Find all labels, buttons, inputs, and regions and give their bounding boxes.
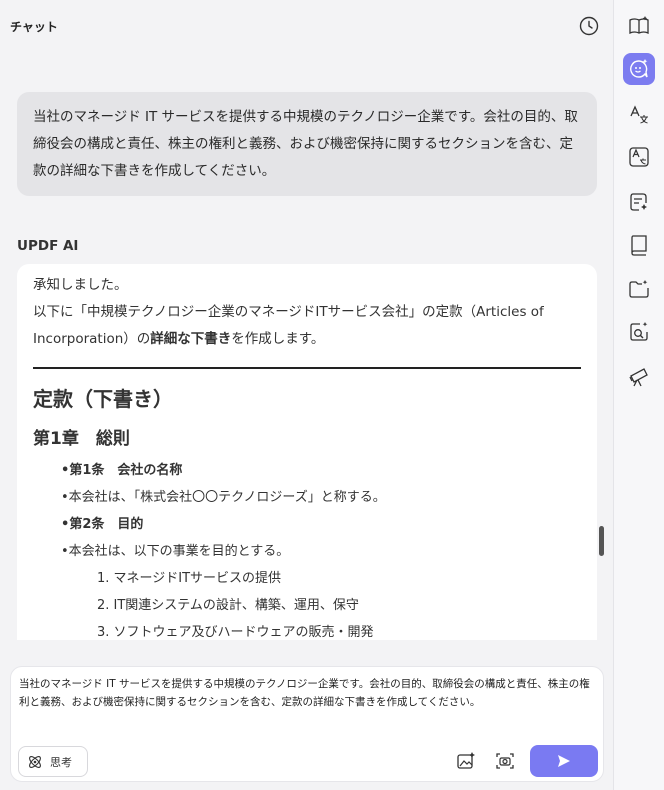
chat-panel: チャット 当社のマネージド IT サービスを提供する中規模のテクノロジー企業です… <box>0 0 613 790</box>
rail-translate-doc-button[interactable] <box>623 141 655 173</box>
rail-knowledge-button[interactable] <box>623 229 655 261</box>
screenshot-icon <box>496 753 514 769</box>
bullet-list: •第1条 会社の名称 •本会社は、「株式会社〇〇テクノロジーズ」と称する。 •第2条… <box>33 457 581 565</box>
message-input[interactable]: 当社のマネージド IT サービスを提供する中規模のテクノロジー企業です。会社の目… <box>19 675 595 711</box>
rail-search-button[interactable] <box>623 316 655 348</box>
numbered-item: 1. マネージドITサービスの提供 <box>97 571 282 586</box>
book-open-icon <box>629 16 649 35</box>
translate-doc-icon <box>629 147 649 167</box>
list-item-text: 本会社は、以下の事業を目的とする。 <box>68 544 290 559</box>
intro-text-bold: 詳細な下書き <box>150 331 232 347</box>
numbered-list: 1. マネージドITサービスの提供 2. IT関連システムの設計、構築、運用、保守… <box>33 565 581 640</box>
think-button[interactable]: 思考 <box>18 746 88 777</box>
chat-title: チャット <box>10 20 58 34</box>
tool-sidebar <box>613 0 664 790</box>
user-message: 当社のマネージド IT サービスを提供する中規模のテクノロジー企業です。会社の目… <box>17 92 597 196</box>
list-item: •第1条 会社の名称 <box>33 457 581 484</box>
image-ai-button[interactable] <box>454 749 478 773</box>
book-icon <box>631 235 647 256</box>
message-composer[interactable]: 当社のマネージド IT サービスを提供する中規模のテクノロジー企業です。会社の目… <box>10 666 604 782</box>
divider <box>33 367 581 369</box>
list-item-text: 第2条 目的 <box>69 517 144 532</box>
doc-heading-2: 第1章 総則 <box>33 429 130 449</box>
assistant-intro-line2: 以下に「中規模テクノロジー企業のマネージドITサービス会社」の定款（Articl… <box>33 299 581 353</box>
history-button[interactable] <box>578 15 600 37</box>
telescope-icon <box>629 368 648 387</box>
bullet-dot: • <box>61 544 69 559</box>
intro-text-b: を作成します。 <box>231 331 325 347</box>
image-ai-icon <box>457 752 475 769</box>
summary-icon <box>630 193 647 211</box>
bullet-dot: • <box>61 490 69 505</box>
rail-summary-button[interactable] <box>623 186 655 218</box>
send-button[interactable] <box>530 745 598 777</box>
folder-icon <box>629 280 649 298</box>
translate-icon <box>630 105 648 124</box>
numbered-item: 2. IT関連システムの設計、構築、運用、保守 <box>97 598 359 613</box>
list-item: •本会社は、「株式会社〇〇テクノロジーズ」と称する。 <box>33 484 581 511</box>
think-label: 思考 <box>50 755 72 769</box>
list-item-text: 本会社は、「株式会社〇〇テクノロジーズ」と称する。 <box>68 490 386 505</box>
assistant-message: 承知しました。 以下に「中規模テクノロジー企業のマネージドITサービス会社」の定… <box>17 264 597 640</box>
rail-read-button[interactable] <box>623 10 655 42</box>
assistant-intro-line1: 承知しました。 <box>33 277 128 293</box>
rail-translate-button[interactable] <box>623 99 655 131</box>
history-icon <box>579 16 599 36</box>
search-ai-icon <box>630 322 648 341</box>
scrollbar-thumb[interactable] <box>599 526 604 556</box>
rail-explore-button[interactable] <box>623 361 655 393</box>
numbered-item: 3. ソフトウェア及びハードウェアの販売・開発 <box>97 625 374 640</box>
ai-chat-icon <box>630 59 648 78</box>
atom-icon <box>29 755 41 768</box>
doc-heading-1: 定款（下書き） <box>33 387 173 411</box>
rail-folder-button[interactable] <box>623 273 655 305</box>
rail-chat-button[interactable] <box>623 53 655 85</box>
send-icon <box>558 755 570 767</box>
assistant-name: UPDF AI <box>17 238 79 254</box>
list-item-text: 第1条 会社の名称 <box>69 463 183 478</box>
list-item: •本会社は、以下の事業を目的とする。 <box>33 538 581 565</box>
screenshot-button[interactable] <box>493 749 517 773</box>
list-item: •第2条 目的 <box>33 511 581 538</box>
